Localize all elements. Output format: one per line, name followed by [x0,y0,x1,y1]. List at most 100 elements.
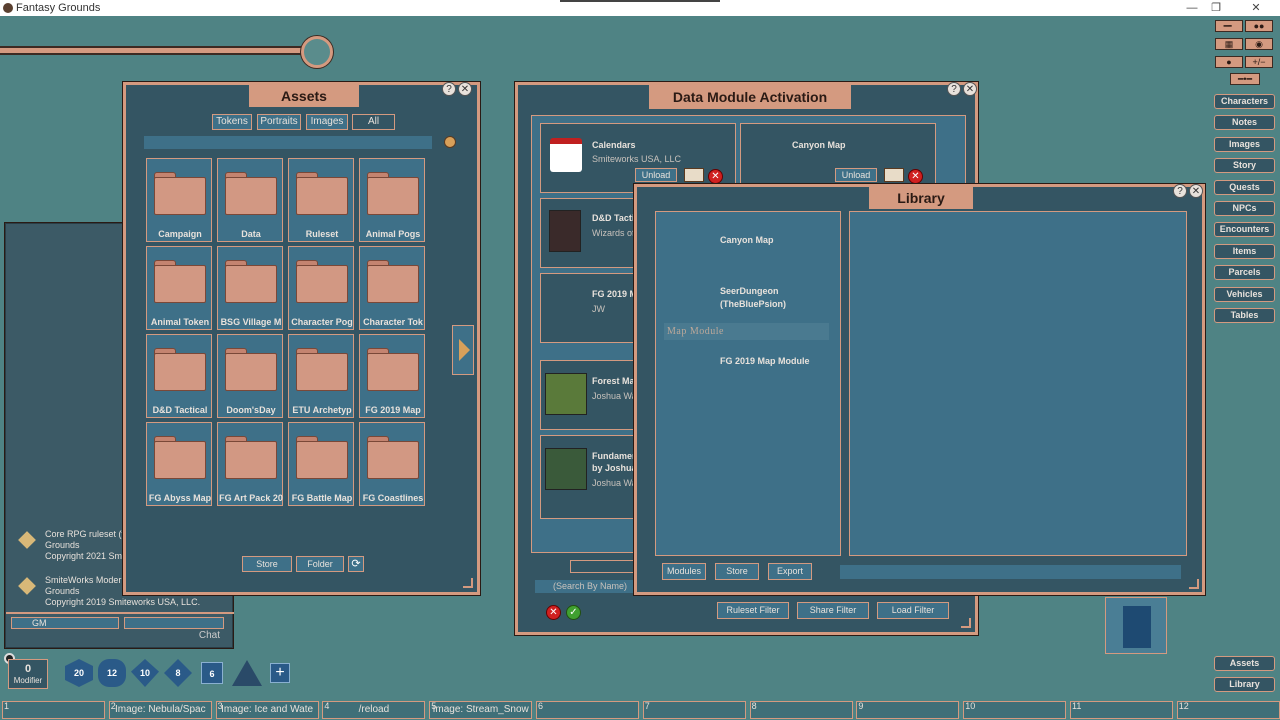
hotkey-slot[interactable]: 12 [1177,701,1280,719]
close-icon[interactable]: ✕ [963,82,977,96]
sidebar-story-button[interactable]: Story [1214,158,1275,173]
sidebar-parcels-button[interactable]: Parcels [1214,265,1275,280]
library-item[interactable]: FG 2019 Map Module [720,356,810,366]
asset-folder[interactable]: FG 2019 Map [359,334,425,418]
add-die-icon[interactable]: + [270,663,290,683]
tab-images[interactable]: Images [306,114,348,130]
hotkey-slot[interactable]: 3Image: Ice and Wate [216,701,319,719]
minimize-button[interactable]: — [1180,0,1204,16]
name-search-input[interactable] [570,560,640,573]
hotkey-slot[interactable]: 5Image: Stream_Snow [429,701,532,719]
identity-select[interactable]: GM [11,617,119,629]
hotkey-slot[interactable]: 9 [856,701,959,719]
d6-die-icon[interactable]: 6 [201,662,223,684]
tab-portraits[interactable]: Portraits [257,114,301,130]
sidebar-notes-button[interactable]: Notes [1214,115,1275,130]
help-icon[interactable]: ? [442,82,456,96]
hotkey-slot[interactable]: 10 [963,701,1066,719]
d4-die-icon[interactable] [232,660,262,686]
remove-icon[interactable]: ✕ [708,169,723,184]
asset-folder[interactable]: Animal Pogs [359,158,425,242]
resize-grip-icon[interactable] [1189,579,1199,589]
chat-input[interactable]: Chat [11,630,224,643]
hotkey-slot[interactable]: 8 [750,701,853,719]
library-item[interactable]: (TheBluePsion) [720,299,786,309]
share-filter-button[interactable]: Share Filter [797,602,869,619]
asset-folder[interactable]: Campaign [146,158,212,242]
asset-folder[interactable]: Character Tok [359,246,425,330]
store-button[interactable]: Store [242,556,292,572]
d10-die-icon[interactable]: 10 [131,659,159,687]
library-item[interactable]: SeerDungeon [720,286,779,296]
hotkey-slot[interactable]: 7 [643,701,746,719]
sidebar-images-button[interactable]: Images [1214,137,1275,152]
cancel-icon[interactable]: ✕ [546,605,561,620]
resize-grip-icon[interactable] [961,618,971,628]
asset-folder[interactable]: Ruleset [288,158,354,242]
asset-folder[interactable]: FG Battle Map [288,422,354,506]
library-search-input[interactable] [840,565,1181,579]
asset-folder[interactable]: Character Pog [288,246,354,330]
lighting-tool-icon[interactable]: ●● [1245,20,1273,32]
asset-folder[interactable]: FG Art Pack 20 [217,422,283,506]
asset-folder[interactable]: Doom'sDay [217,334,283,418]
book-icon[interactable] [884,168,904,182]
sidebar-characters-button[interactable]: Characters [1214,94,1275,109]
zoom-slider-knob[interactable] [301,36,333,68]
measure-tool-icon[interactable]: ━•━ [1230,73,1260,85]
close-icon[interactable]: ✕ [458,82,472,96]
asset-folder[interactable]: FG Abyss Map [146,422,212,506]
unload-button[interactable]: Unload [635,168,677,182]
sidebar-items-button[interactable]: Items [1214,244,1275,259]
target-tool-icon[interactable]: ● [1215,56,1243,68]
modifier-box[interactable]: 0 Modifier [8,659,48,689]
export-button[interactable]: Export [768,563,812,580]
hotkey-slot[interactable]: 2Image: Nebula/Spac [109,701,212,719]
remove-icon[interactable]: ✕ [908,169,923,184]
load-filter-button[interactable]: Load Filter [877,602,949,619]
asset-folder[interactable]: Animal Token [146,246,212,330]
asset-folder[interactable]: D&D Tactical [146,334,212,418]
zoom-slider-track[interactable] [0,46,305,55]
close-button[interactable]: ✕ [1244,0,1268,16]
asset-folder[interactable]: ETU Archetyp [288,334,354,418]
library-item-selected[interactable]: Map Module [664,323,829,340]
sidebar-library-button[interactable]: Library [1214,677,1275,692]
hotkey-slot[interactable]: 4/reload [322,701,425,719]
refresh-icon[interactable]: ⟳ [348,556,364,572]
modules-button[interactable]: Modules [662,563,706,580]
restore-button[interactable]: ❐ [1204,0,1228,16]
ruleset-filter-button[interactable]: Ruleset Filter [717,602,789,619]
asset-folder[interactable]: Data [217,158,283,242]
sidebar-encounters-button[interactable]: Encounters [1214,222,1275,237]
d8-die-icon[interactable]: 8 [164,659,192,687]
grid-tool-icon[interactable]: ▦ [1215,38,1243,50]
sidebar-assets-button[interactable]: Assets [1214,656,1275,671]
library-item[interactable]: Canyon Map [720,235,774,245]
asset-folder[interactable]: FG Coastlines [359,422,425,506]
help-icon[interactable]: ? [1173,184,1187,198]
next-page-arrow-icon[interactable] [452,325,474,375]
modifier-tool-icon[interactable]: +/− [1245,56,1273,68]
castle-token[interactable] [1105,597,1167,654]
sidebar-tables-button[interactable]: Tables [1214,308,1275,323]
close-icon[interactable]: ✕ [1189,184,1203,198]
help-icon[interactable]: ? [947,82,961,96]
module-card[interactable]: Calendars Smiteworks USA, LLC Unload ✕ [540,123,736,193]
vision-tool-icon[interactable]: ◉ [1245,38,1273,50]
hotkey-slot[interactable]: 11 [1070,701,1173,719]
store-button[interactable]: Store [715,563,759,580]
grid-view-icon[interactable] [444,136,456,148]
sidebar-quests-button[interactable]: Quests [1214,180,1275,195]
d20-die-icon[interactable]: 20 [65,659,93,687]
language-select[interactable] [124,617,224,629]
search-input[interactable] [144,136,432,149]
module-card[interactable]: Canyon Map Unload ✕ [740,123,936,193]
sidebar-npcs-button[interactable]: NPCs [1214,201,1275,216]
unload-button[interactable]: Unload [835,168,877,182]
folder-button[interactable]: Folder [296,556,344,572]
resize-grip-icon[interactable] [463,578,473,588]
hotkey-slot[interactable]: 6 [536,701,639,719]
tab-tokens[interactable]: Tokens [212,114,252,130]
book-icon[interactable] [684,168,704,182]
